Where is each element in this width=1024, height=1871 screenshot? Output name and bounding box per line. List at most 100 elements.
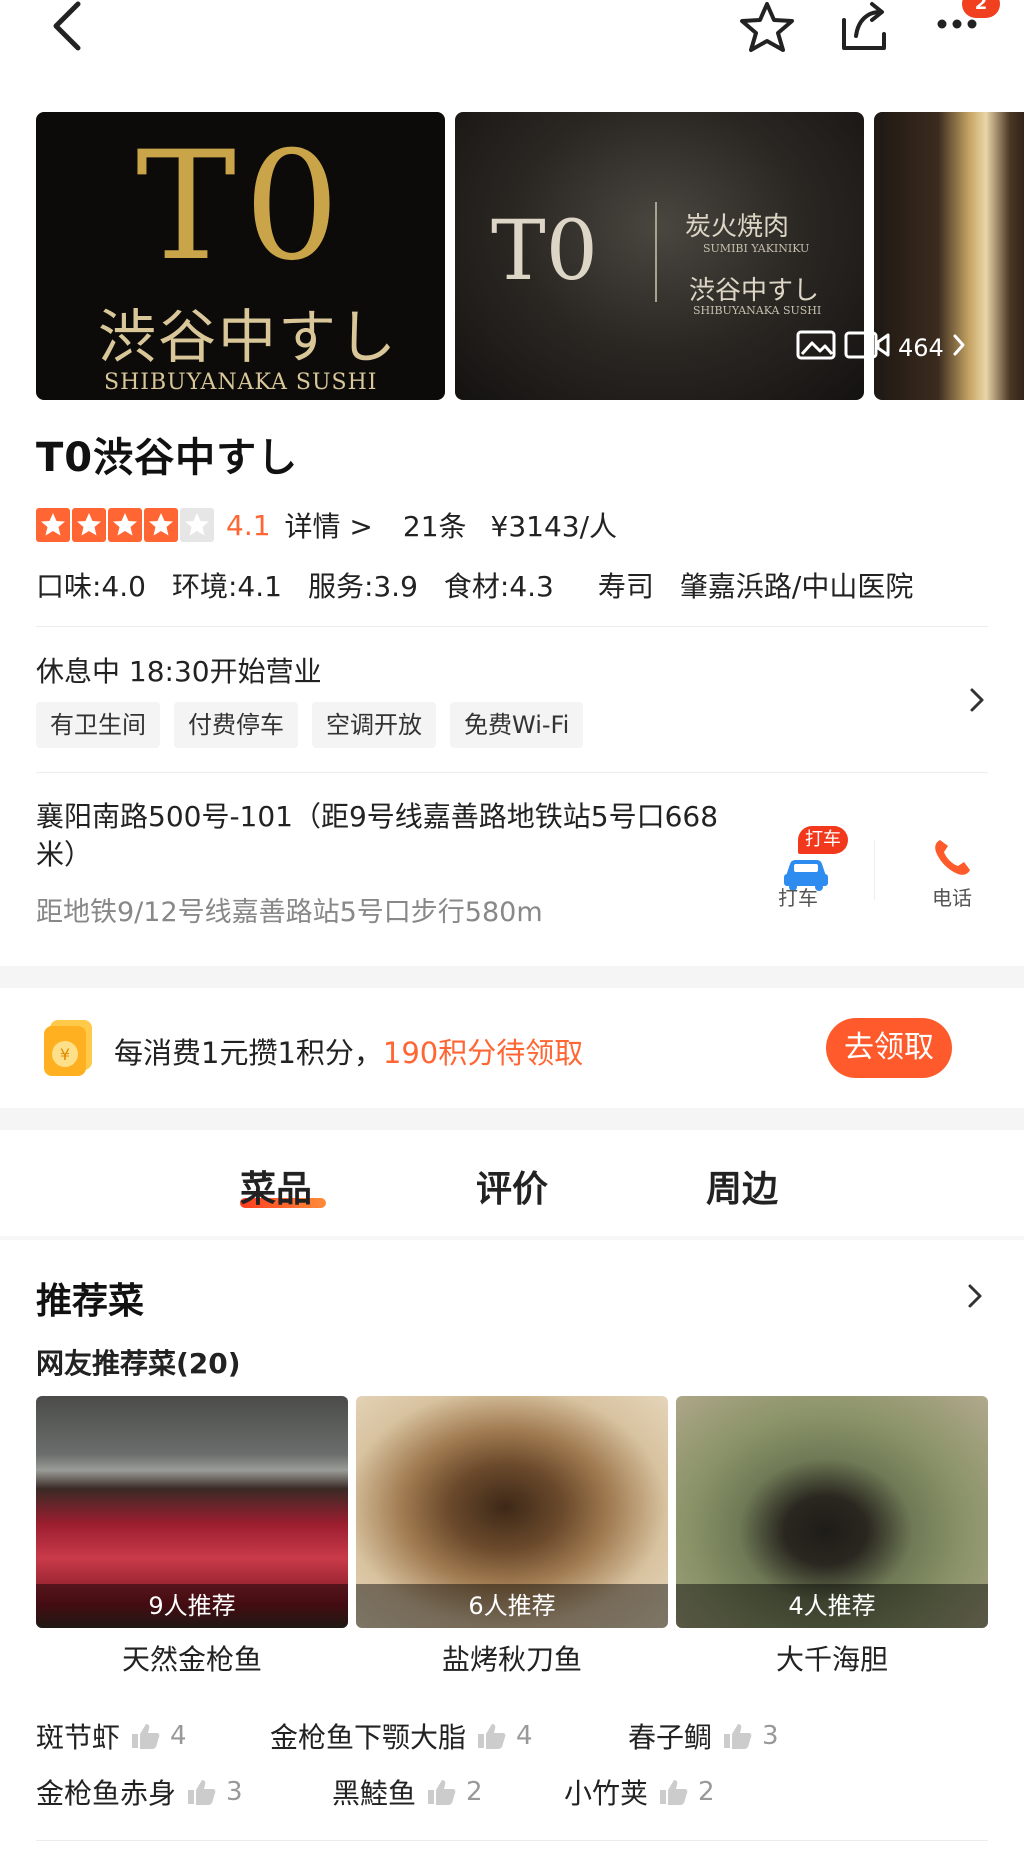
more-dish-name: 春子鲷 [628,1721,713,1754]
points-pending: 190积分待领取 [382,1036,584,1070]
sign-divider [655,202,657,302]
more-dish-item[interactable]: 金枪鱼下颚大脂 4 [270,1716,533,1756]
address-text[interactable]: 襄阳南路500号-101（距9号线嘉善路地铁站5号口668米） [36,798,756,874]
more-dish-name: 黑鯥鱼 [332,1777,417,1810]
amenity-tag: 有卫生间 [36,702,160,748]
share-button[interactable] [834,0,896,58]
more-dish-count: 2 [466,1777,483,1807]
shop-category: 寿司 [597,570,654,603]
section-gap [0,1108,1024,1130]
divider [36,1840,988,1841]
star-outline-icon [740,2,794,52]
phone-icon [935,840,970,875]
rating-value: 4.1 [226,508,271,542]
more-dish-count: 3 [226,1777,243,1807]
star-filled-icon [108,508,142,542]
photo-icon [796,329,836,367]
review-count[interactable]: 21条 [403,505,467,545]
thumbs-up-icon [132,1724,160,1749]
more-dish-name: 斑节虾 [36,1721,121,1754]
dish-recommend-count: 4人推荐 [676,1584,988,1628]
score-environment: 环境:4.1 [171,570,282,603]
hours-chevron-right-icon[interactable] [966,680,990,720]
media-count[interactable]: 464 [796,328,974,368]
media-count-value: 464 [898,334,944,362]
amenity-tag: 付费停车 [174,702,298,748]
dish-name[interactable]: 大千海胆 [676,1638,988,1678]
score-ingredients: 食材:4.3 [443,570,554,603]
back-button[interactable] [44,0,94,60]
more-dish-item[interactable]: 小竹荚 2 [564,1772,715,1812]
thumbs-up-icon [478,1724,506,1749]
star-filled-icon [36,508,70,542]
amenity-tag: 空调开放 [312,702,436,748]
more-dish-count: 3 [762,1721,779,1751]
claim-points-button[interactable]: 去领取 [826,1018,952,1078]
call-button[interactable] [926,836,978,880]
shop-name: T0渋谷中すし [36,435,299,481]
tab-reviews[interactable]: 评价 [476,1160,548,1212]
gallery-photo-logo[interactable]: T0 渋谷中すし SHIBUYANAKA SUSHI [36,112,445,400]
star-empty-icon [180,508,214,542]
more-dish-name: 金枪鱼下颚大脂 [270,1721,467,1754]
score-service: 服务:3.9 [307,570,418,603]
notification-badge: 2 [962,0,1000,18]
score-row: 口味:4.0 环境:4.1 服务:3.9 食材:4.3 寿司 肇嘉浜路/中山医院 [36,565,996,605]
more-dish-item[interactable]: 斑节虾 4 [36,1716,187,1756]
amenity-tags: 有卫生间 付费停车 空调开放 免费Wi-Fi [36,702,597,748]
divider [874,840,875,900]
dish-card[interactable]: 6人推荐 [356,1396,668,1628]
chevron-right-icon [952,333,966,363]
dish-recommend-count: 6人推荐 [356,1584,668,1628]
dish-name[interactable]: 盐烤秋刀鱼 [356,1638,668,1678]
more-dish-item[interactable]: 春子鲷 3 [628,1716,779,1756]
sign-jp2-text: 渋谷中すし [689,276,820,306]
dish-name[interactable]: 天然金枪鱼 [36,1638,348,1678]
divider [36,772,988,773]
section-gap [0,966,1024,988]
logo-jp-text: 渋谷中すし [98,303,399,371]
video-icon [844,329,890,367]
star-filled-icon [144,508,178,542]
sign-jp1-text: 炭火焼肉 [685,212,790,242]
rating-row: 4.1 详情 > 21条 ¥3143/人 [36,503,617,547]
taxi-badge: 打车 [798,826,848,854]
sign-logo-text: T0 [491,204,598,299]
shop-area: 肇嘉浜路/中山医院 [679,570,914,603]
tab-dishes[interactable]: 菜品 [240,1160,312,1212]
dish-recommend-count: 9人推荐 [36,1584,348,1628]
favorite-button[interactable] [736,0,798,58]
metro-distance: 距地铁9/12号线嘉善路站5号口步行580m [36,897,543,928]
svg-text:¥: ¥ [60,1045,70,1064]
dish-card[interactable]: 9人推荐 [36,1396,348,1628]
tab-nearby[interactable]: 周边 [706,1160,778,1212]
points-description: 每消费1元攒1积分， [114,1036,383,1070]
more-dish-name: 小竹荚 [564,1777,649,1810]
thumbs-up-icon [660,1780,688,1805]
more-dish-item[interactable]: 金枪鱼赤身 3 [36,1772,243,1812]
top-bar: 2 [0,0,1024,100]
more-dish-name: 金枪鱼赤身 [36,1777,177,1810]
sign-en2-text: SHIBUYANAKA SUSHI [693,304,822,317]
rating-detail-link[interactable]: 详情 > [285,505,373,545]
more-dish-item[interactable]: 黑鯥鱼 2 [332,1772,483,1812]
points-coin-icon: ¥ [36,1018,98,1080]
star-filled-icon [72,508,106,542]
recommended-chevron-right-icon[interactable] [964,1276,988,1316]
amenity-tag: 免费Wi-Fi [450,702,584,748]
dish-card[interactable]: 4人推荐 [676,1396,988,1628]
thumbs-up-icon [428,1780,456,1805]
more-dish-count: 4 [170,1721,187,1751]
recommended-title: 推荐菜 [36,1281,145,1322]
share-icon [842,2,886,50]
back-arrow-icon [53,1,81,51]
more-dish-count: 2 [698,1777,715,1807]
rating-stars [36,508,216,542]
sign-en1-text: SUMIBI YAKINIKU [703,242,810,255]
thumbs-up-icon [724,1724,752,1749]
divider [0,1236,1024,1240]
logo-text: T0 [136,120,348,294]
more-dish-count: 4 [516,1721,533,1751]
divider [36,626,988,627]
points-info: 每消费1元攒1积分，190积分待领取 [114,1030,583,1072]
